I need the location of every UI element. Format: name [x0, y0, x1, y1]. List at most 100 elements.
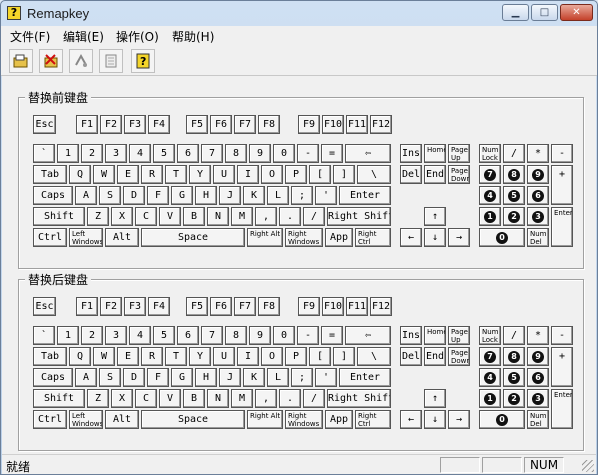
- key-7[interactable]: 7: [201, 326, 223, 345]
- key-sym[interactable]: ': [315, 368, 337, 387]
- key-1[interactable]: 1: [57, 326, 79, 345]
- menu-operation[interactable]: 操作(O): [116, 28, 159, 45]
- key-l[interactable]: L: [267, 368, 289, 387]
- key-sym[interactable]: +: [551, 165, 573, 205]
- key-6[interactable]: 6: [527, 368, 549, 387]
- key-sym[interactable]: +: [551, 347, 573, 387]
- key-z[interactable]: Z: [87, 207, 109, 226]
- key-page-up[interactable]: Page Up: [448, 144, 470, 163]
- key-c[interactable]: C: [135, 389, 157, 408]
- key-ins[interactable]: Ins: [400, 326, 422, 345]
- key-space[interactable]: Space: [141, 228, 245, 247]
- key-w[interactable]: W: [93, 347, 115, 366]
- key-ins[interactable]: Ins: [400, 144, 422, 163]
- key-left-windows[interactable]: Left Windows: [69, 228, 103, 247]
- key-f7[interactable]: F7: [234, 115, 256, 134]
- key-alt[interactable]: Alt: [105, 228, 139, 247]
- key-page-down[interactable]: Page Down: [448, 347, 470, 366]
- key-f11[interactable]: F11: [346, 297, 368, 316]
- key-sym[interactable]: /: [503, 144, 525, 163]
- key-right-shift[interactable]: Right Shift: [327, 207, 391, 226]
- key-v[interactable]: V: [159, 389, 181, 408]
- key-f3[interactable]: F3: [124, 115, 146, 134]
- key-f10[interactable]: F10: [322, 115, 344, 134]
- key-num-del[interactable]: Num Del: [527, 228, 549, 247]
- key-m[interactable]: M: [231, 207, 253, 226]
- key-3[interactable]: 3: [527, 207, 549, 226]
- key-5[interactable]: 5: [503, 186, 525, 205]
- key-sym[interactable]: /: [303, 207, 325, 226]
- key-f2[interactable]: F2: [100, 115, 122, 134]
- key-9[interactable]: 9: [249, 326, 271, 345]
- key-o[interactable]: O: [261, 165, 283, 184]
- key-4[interactable]: 4: [129, 326, 151, 345]
- key-sym[interactable]: \: [357, 347, 391, 366]
- key-4[interactable]: 4: [479, 186, 501, 205]
- key-sym[interactable]: /: [303, 389, 325, 408]
- key-o[interactable]: O: [261, 347, 283, 366]
- key-sym[interactable]: ↓: [424, 410, 446, 429]
- key-ctrl[interactable]: Ctrl: [33, 410, 67, 429]
- key-f[interactable]: F: [147, 186, 169, 205]
- key-f8[interactable]: F8: [258, 115, 280, 134]
- key-0[interactable]: 0: [273, 326, 295, 345]
- key-x[interactable]: X: [111, 207, 133, 226]
- key-tab[interactable]: Tab: [33, 165, 67, 184]
- key-d[interactable]: D: [123, 368, 145, 387]
- key-sym[interactable]: ↓: [424, 228, 446, 247]
- key-b[interactable]: B: [183, 389, 205, 408]
- key-caps[interactable]: Caps: [33, 368, 73, 387]
- menu-help[interactable]: 帮助(H): [172, 28, 214, 45]
- key-sym[interactable]: -: [551, 326, 573, 345]
- maximize-button[interactable]: □: [531, 4, 558, 21]
- key-f4[interactable]: F4: [148, 297, 170, 316]
- key-8[interactable]: 8: [503, 165, 525, 184]
- key-esc[interactable]: Esc: [33, 115, 56, 134]
- menu-edit[interactable]: 编辑(E): [63, 28, 104, 45]
- key-5[interactable]: 5: [153, 326, 175, 345]
- close-button[interactable]: ✕: [560, 4, 593, 21]
- key-n[interactable]: N: [207, 389, 229, 408]
- key-4[interactable]: 4: [479, 368, 501, 387]
- key-sym[interactable]: *: [527, 326, 549, 345]
- key-num-lock[interactable]: Num Lock: [479, 144, 501, 163]
- key-ctrl[interactable]: Ctrl: [33, 228, 67, 247]
- key-f[interactable]: F: [147, 368, 169, 387]
- key-f12[interactable]: F12: [370, 297, 392, 316]
- undo-icon[interactable]: [69, 49, 93, 73]
- key-x[interactable]: X: [111, 389, 133, 408]
- key-t[interactable]: T: [165, 165, 187, 184]
- key-f4[interactable]: F4: [148, 115, 170, 134]
- key-shift[interactable]: Shift: [33, 207, 85, 226]
- title-bar[interactable]: ? Remapkey ▁ □ ✕: [1, 1, 597, 27]
- key-sym[interactable]: .: [279, 207, 301, 226]
- key-sym[interactable]: -: [297, 326, 319, 345]
- key-1[interactable]: 1: [57, 144, 79, 163]
- key-page-up[interactable]: Page Up: [448, 326, 470, 345]
- key-sym[interactable]: ↑: [424, 389, 446, 408]
- key-sym[interactable]: ;: [291, 186, 313, 205]
- key-2[interactable]: 2: [81, 144, 103, 163]
- key-sym[interactable]: -: [551, 144, 573, 163]
- key-u[interactable]: U: [213, 347, 235, 366]
- key-8[interactable]: 8: [225, 326, 247, 345]
- key-sym[interactable]: ;: [291, 368, 313, 387]
- key-f6[interactable]: F6: [210, 115, 232, 134]
- key-f10[interactable]: F10: [322, 297, 344, 316]
- key-page-down[interactable]: Page Down: [448, 165, 470, 184]
- key-y[interactable]: Y: [189, 165, 211, 184]
- key-sym[interactable]: /: [503, 326, 525, 345]
- key-q[interactable]: Q: [69, 347, 91, 366]
- key-3[interactable]: 3: [527, 389, 549, 408]
- key-alt[interactable]: Alt: [105, 410, 139, 429]
- key-p[interactable]: P: [285, 347, 307, 366]
- key-shift[interactable]: Shift: [33, 389, 85, 408]
- key-end[interactable]: End: [424, 347, 446, 366]
- key-sym[interactable]: ,: [255, 389, 277, 408]
- key-i[interactable]: I: [237, 165, 259, 184]
- key-a[interactable]: A: [75, 186, 97, 205]
- key-f1[interactable]: F1: [76, 115, 98, 134]
- key-sym[interactable]: *: [527, 144, 549, 163]
- key-s[interactable]: S: [99, 368, 121, 387]
- key-f9[interactable]: F9: [298, 115, 320, 134]
